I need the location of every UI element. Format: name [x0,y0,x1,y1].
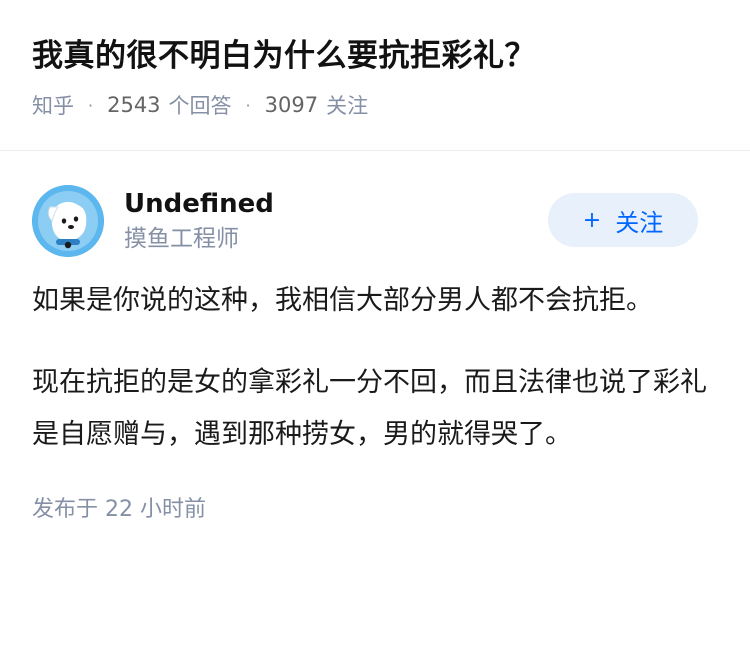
author-name[interactable]: Undefined [124,187,274,221]
publish-time-label: 发布于 [32,497,99,522]
answer-paragraph: 现在抗拒的是女的拿彩礼一分不回，而且法律也说了彩礼是自愿赠与，遇到那种捞女，男的… [32,367,707,450]
question-meta: 知乎 · 2543 个回答 · 3097 关注 [32,90,718,120]
followers-count: 3097 [264,93,319,117]
author-row: Undefined 摸鱼工程师 + 关注 [32,185,718,257]
author-info: Undefined 摸鱼工程师 [124,187,274,255]
follow-button[interactable]: + 关注 [548,193,698,247]
answers-count: 2543 [107,93,161,117]
avatar[interactable] [32,185,104,257]
author-headline: 摸鱼工程师 [124,226,239,252]
answer-content[interactable]: 如果是你说的这种，我相信大部分男人都不会抗拒。 现在抗拒的是女的拿彩礼一分不回，… [32,275,718,461]
divider [0,150,750,151]
plus-icon: + [582,207,602,233]
answers-label: 个回答 [168,94,232,118]
answer-card: Undefined 摸鱼工程师 + 关注 如果是你说的这种，我相信大部分男人都不… [0,185,750,523]
publish-time-value: 22 小时前 [105,497,207,522]
source-label[interactable]: 知乎 [32,90,74,120]
question-header: 我真的很不明白为什么要抗拒彩礼？ 知乎 · 2543 个回答 · 3097 关注 [0,0,750,118]
follow-label: 关注 [615,208,664,237]
separator-dot: · [88,95,94,115]
answer-paragraph: 如果是你说的这种，我相信大部分男人都不会抗拒。 [32,285,653,316]
dog-avatar-icon [32,185,104,257]
publish-time: 发布于 22 小时前 [32,491,718,523]
separator-dot: · [245,95,251,115]
question-title[interactable]: 我真的很不明白为什么要抗拒彩礼？ [32,34,718,78]
followers-label: 关注 [326,94,369,118]
